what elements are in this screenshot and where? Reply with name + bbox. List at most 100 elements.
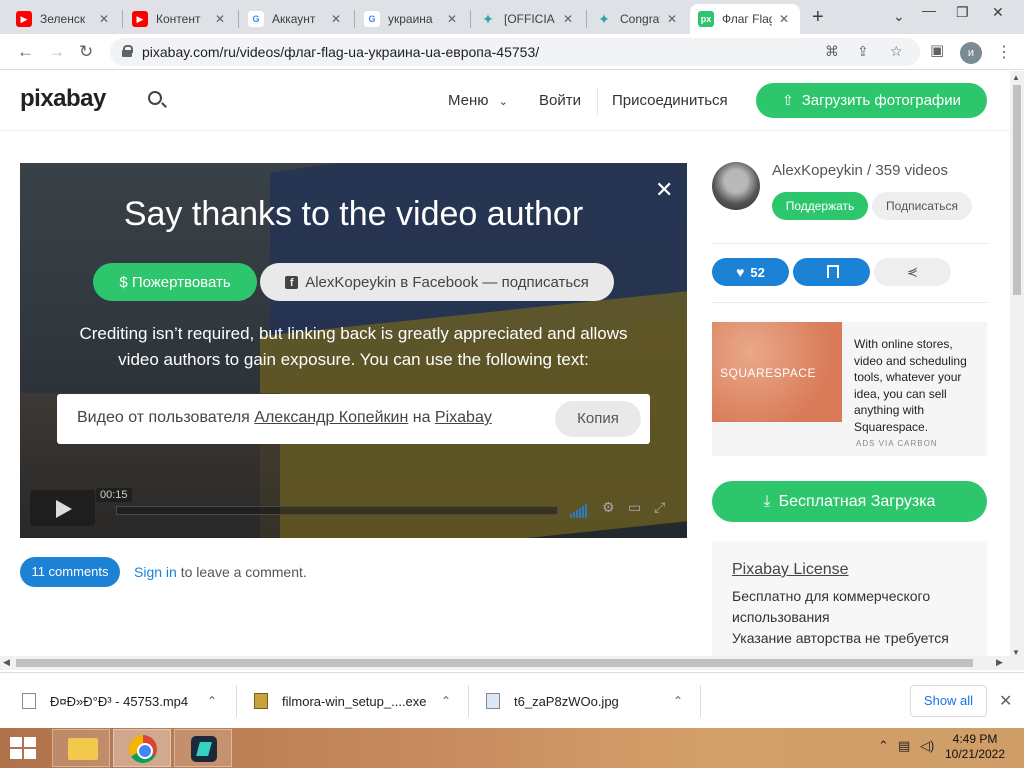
upload-label: Загрузить фотографии (801, 92, 962, 109)
side-panel-icon[interactable]: ▣ (930, 41, 944, 59)
close-tab-icon[interactable]: ✕ (328, 12, 344, 26)
comments-count-button[interactable]: 11 comments (20, 557, 120, 587)
chevron-down-icon: ⌄ (498, 96, 508, 108)
ad-text[interactable]: With online stores, video and scheduling… (854, 336, 979, 435)
share-page-icon[interactable]: ⇪ (857, 43, 869, 60)
pip-icon[interactable]: ▭ (628, 499, 641, 516)
profile-avatar[interactable]: и (960, 42, 982, 64)
author-avatar[interactable] (712, 162, 760, 210)
search-icon[interactable] (148, 91, 162, 105)
tab-1[interactable]: ▶ Зеленск ✕ (8, 4, 120, 34)
attribution-author-link[interactable]: Александр Копейкин (254, 409, 408, 426)
vertical-scrollbar[interactable]: ▲ ▼ (1010, 71, 1024, 659)
taskbar-filmora[interactable] (174, 729, 232, 767)
horizontal-scrollbar[interactable]: ◀ ▶ (0, 656, 1024, 670)
chevron-up-icon[interactable]: ⌃ (673, 694, 683, 708)
scroll-thumb[interactable] (1013, 85, 1021, 295)
tab-search-chevron-icon[interactable]: ⌄ (893, 8, 905, 25)
signin-rest: to leave a comment. (180, 564, 307, 580)
divider (712, 302, 989, 303)
settings-gear-icon[interactable]: ⚙ (602, 499, 615, 516)
new-tab-plus-icon[interactable]: + (812, 6, 824, 29)
site-header: pixabay Меню ⌄ Войти Присоединиться ⇧ За… (0, 71, 1010, 131)
tab-5[interactable]: ✦ [OFFICIA ✕ (472, 4, 584, 34)
ad-via-label[interactable]: ADS VIA CARBON (856, 439, 938, 448)
tab-title: украина (388, 12, 433, 26)
ad-image[interactable]: SQUARESPACE (712, 322, 842, 422)
forward-arrow-icon[interactable]: → (48, 42, 65, 62)
restore-icon[interactable]: ❐ (956, 4, 969, 21)
tab-3[interactable]: G Аккаунт ✕ (240, 4, 352, 34)
close-tab-icon[interactable]: ✕ (212, 12, 228, 26)
time-readout: 00:15 (96, 488, 132, 502)
share-button[interactable]: ⋞ (874, 258, 951, 286)
show-all-button[interactable]: Show all (910, 685, 987, 717)
close-tab-icon[interactable]: ✕ (560, 12, 576, 26)
scroll-up-icon[interactable]: ▲ (1012, 73, 1020, 82)
close-tab-icon[interactable]: ✕ (96, 12, 112, 26)
close-tab-icon[interactable]: ✕ (664, 12, 680, 26)
fullscreen-icon[interactable]: ⤢ (654, 499, 665, 516)
join-link[interactable]: Присоединиться (612, 92, 728, 109)
close-tab-icon[interactable]: ✕ (444, 12, 460, 26)
tray-chevron-icon[interactable]: ⌃ (878, 738, 889, 754)
chevron-up-icon[interactable]: ⌃ (207, 694, 217, 708)
window-close-icon[interactable]: ✕ (992, 4, 1004, 21)
reload-icon[interactable]: ↻ (79, 42, 93, 62)
facebook-label: AlexKopeykin в Facebook — подписаться (305, 273, 589, 291)
taskbar-chrome[interactable] (113, 729, 171, 767)
facebook-follow-button[interactable]: f AlexKopeykin в Facebook — подписаться (260, 263, 614, 301)
play-icon[interactable] (30, 490, 95, 526)
windows-start-icon[interactable] (10, 737, 38, 761)
download-item[interactable]: Ð¤Ð»Ð°Ð³ - 45753.mp4 ⌃ (22, 673, 232, 729)
free-download-button[interactable]: ⤓ Бесплатная Загрузка (712, 481, 987, 522)
volume-tray-icon[interactable]: ◁) (920, 738, 934, 754)
attribution-site-link[interactable]: Pixabay (435, 409, 492, 426)
system-clock[interactable]: 4:49 PM 10/21/2022 (940, 732, 1010, 762)
progress-bar[interactable] (116, 506, 558, 515)
author-name[interactable]: AlexKopeykin / 359 videos (772, 162, 948, 179)
volume-icon[interactable] (570, 500, 588, 518)
tab-active-pixabay[interactable]: px Флаг Flag ✕ (690, 4, 800, 34)
tab-divider (238, 10, 239, 28)
license-line-attribution: Указание авторства не требуется (732, 630, 949, 646)
scroll-thumb[interactable] (16, 659, 973, 667)
license-title-link[interactable]: Pixabay License (732, 561, 849, 579)
download-shelf: Ð¤Ð»Ð°Ð³ - 45753.mp4 ⌃ filmora-win_setup… (0, 672, 1024, 728)
subscribe-button[interactable]: Подписаться (872, 192, 972, 220)
taskbar-explorer[interactable] (52, 729, 110, 767)
menu-link[interactable]: Меню ⌄ (448, 92, 508, 109)
signin-link[interactable]: Sign in (134, 564, 177, 580)
bookmark-button[interactable] (793, 258, 870, 286)
video-player[interactable]: Say thanks to the video author ✕ $ Пожер… (20, 163, 687, 538)
chevron-up-icon[interactable]: ⌃ (441, 694, 451, 708)
ad-brand-logo: SQUARESPACE (720, 366, 816, 380)
tab-title: Аккаунт (272, 12, 316, 26)
login-link[interactable]: Войти (539, 92, 581, 109)
tab-6[interactable]: ✦ Congrat ✕ (588, 4, 688, 34)
close-tab-icon[interactable]: ✕ (776, 12, 792, 26)
minimize-icon[interactable]: — (922, 2, 936, 18)
pixabay-logo[interactable]: pixabay (20, 85, 106, 113)
carbon-ad[interactable]: SQUARESPACE With online stores, video an… (712, 322, 987, 456)
copy-button[interactable]: Копия (555, 401, 641, 437)
download-item[interactable]: t6_zaP8zWOo.jpg ⌃ (486, 673, 696, 729)
tab-title: Контент (156, 12, 201, 26)
back-arrow-icon[interactable]: ← (17, 42, 34, 62)
close-shelf-icon[interactable]: ✕ (999, 691, 1012, 711)
scroll-left-icon[interactable]: ◀ (3, 657, 10, 668)
close-overlay-icon[interactable]: ✕ (655, 177, 673, 203)
browser-menu-icon[interactable]: ⋮ (996, 42, 1012, 62)
network-icon[interactable]: ▤ (898, 738, 910, 754)
like-button[interactable]: ♥ 52 (712, 258, 789, 286)
tab-4[interactable]: G украина ✕ (356, 4, 468, 34)
download-item[interactable]: filmora-win_setup_....exe ⌃ (254, 673, 464, 729)
donate-button[interactable]: $ Пожертвовать (93, 263, 257, 301)
address-bar[interactable]: pixabay.com/ru/videos/флаг-flag-ua-украи… (110, 38, 920, 66)
upload-photos-button[interactable]: ⇧ Загрузить фотографии (756, 83, 987, 118)
tab-2[interactable]: ▶ Контент ✕ (124, 4, 236, 34)
scroll-right-icon[interactable]: ▶ (996, 657, 1003, 668)
translate-icon[interactable]: ⌘ (825, 43, 839, 60)
bookmark-star-icon[interactable]: ☆ (890, 43, 903, 60)
support-button[interactable]: Поддержать (772, 192, 868, 220)
